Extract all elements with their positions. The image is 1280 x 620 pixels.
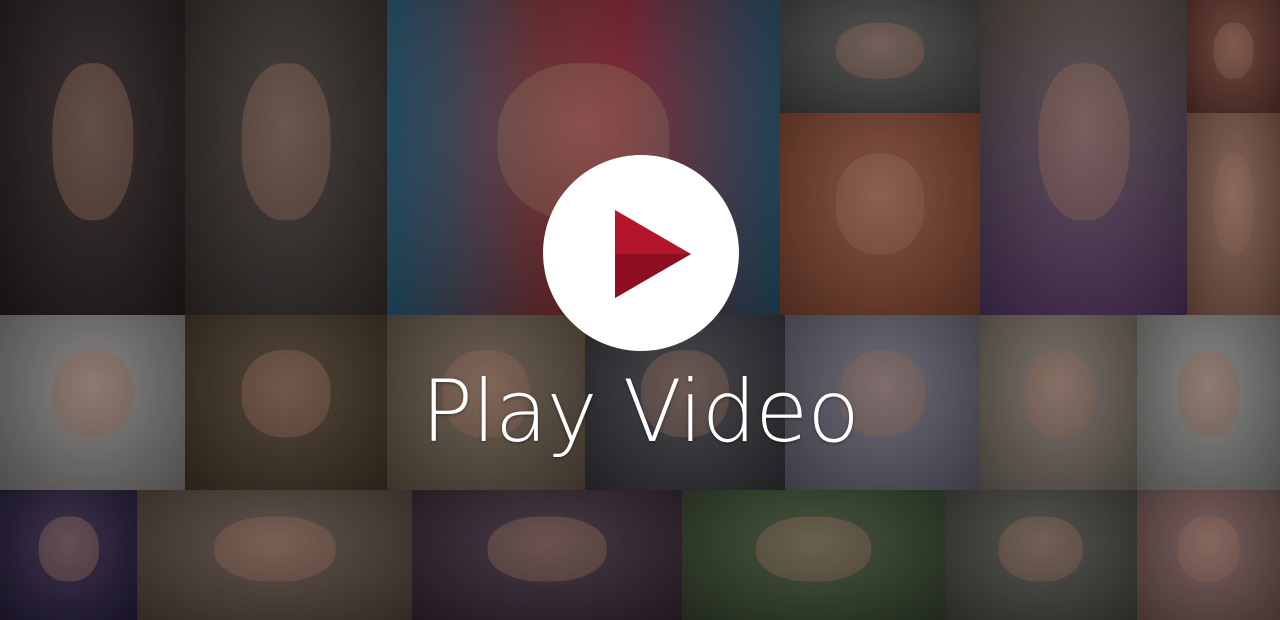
play-icon — [615, 210, 691, 298]
play-video-label[interactable]: Play Video — [0, 362, 1280, 462]
play-button[interactable] — [543, 155, 739, 351]
